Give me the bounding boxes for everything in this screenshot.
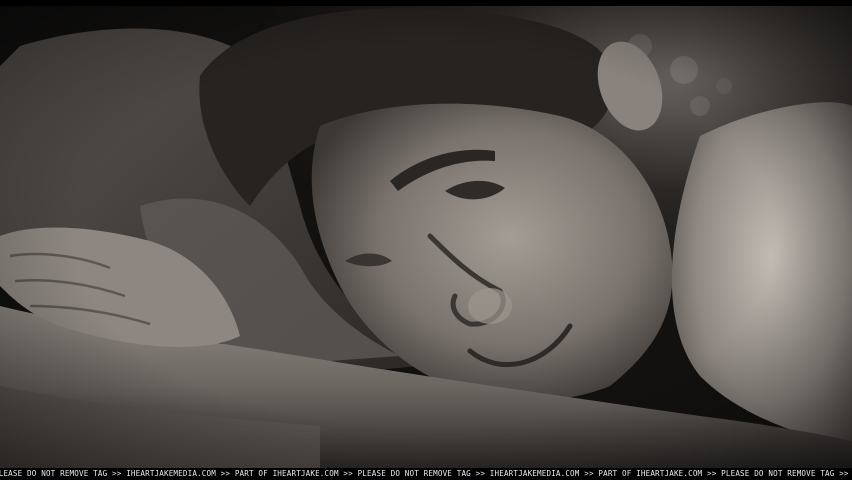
vignette-overlay [0,6,852,468]
video-frame: PLEASE DO NOT REMOVE TAG >> IHEARTJAKEME… [0,0,852,480]
photo-illustration [0,6,852,468]
watermark-text: PLEASE DO NOT REMOVE TAG >> IHEARTJAKEME… [0,469,852,478]
watermark-strip: PLEASE DO NOT REMOVE TAG >> IHEARTJAKEME… [0,468,852,480]
photo-man-lying-on-pillow [0,6,852,468]
